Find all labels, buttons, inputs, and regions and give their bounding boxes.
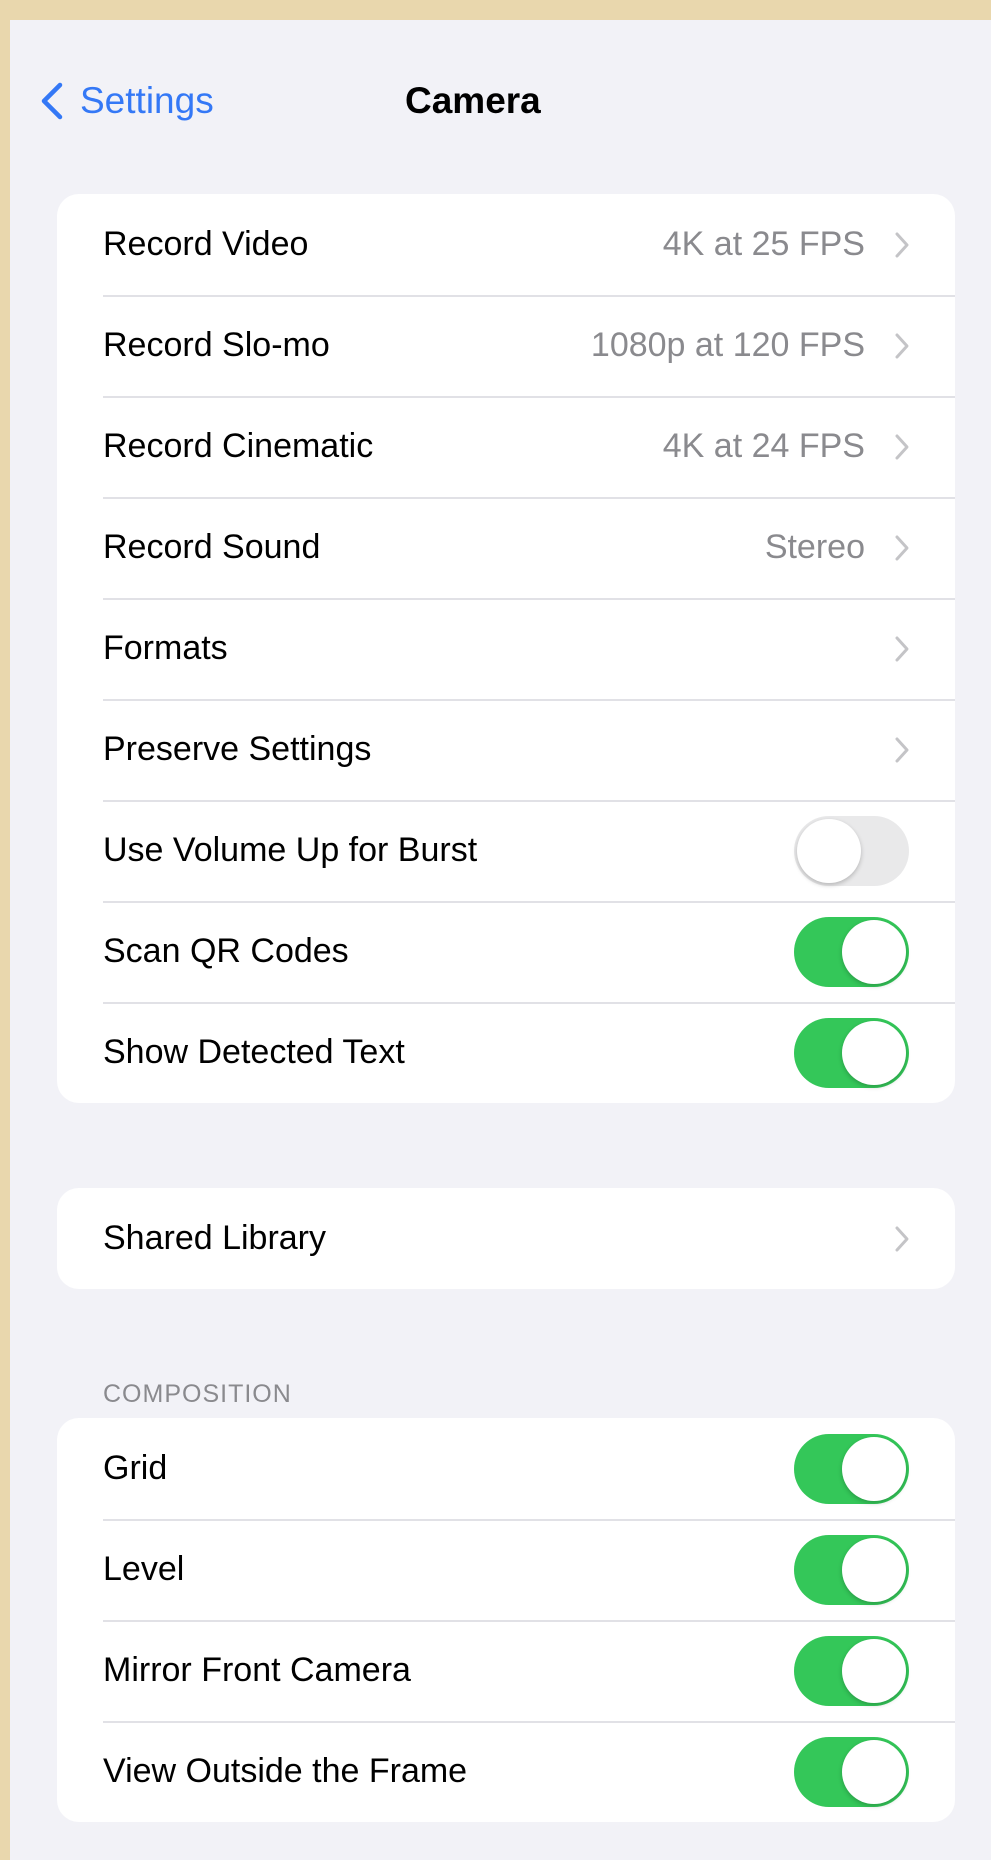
row-label: Record Slo-mo xyxy=(103,326,330,364)
row-label: Record Cinematic xyxy=(103,427,374,465)
row-grid: Grid xyxy=(57,1418,955,1519)
chevron-right-icon xyxy=(895,434,909,459)
level-toggle[interactable] xyxy=(794,1534,909,1605)
row-value: 4K at 25 FPS xyxy=(662,225,865,263)
row-formats[interactable]: Formats xyxy=(57,598,955,699)
chevron-right-icon xyxy=(895,737,909,762)
volume-burst-toggle[interactable] xyxy=(794,815,909,886)
show-detected-text-toggle[interactable] xyxy=(794,1017,909,1088)
row-label: Scan QR Codes xyxy=(103,932,349,970)
toggle-knob xyxy=(842,1739,906,1804)
row-label: Show Detected Text xyxy=(103,1033,405,1071)
row-mirror-front-camera: Mirror Front Camera xyxy=(57,1620,955,1721)
row-value: 1080p at 120 FPS xyxy=(590,326,865,364)
toggle-knob xyxy=(842,1436,906,1501)
chevron-right-icon xyxy=(895,535,909,560)
row-label: Formats xyxy=(103,629,228,667)
row-label: Record Sound xyxy=(103,528,321,566)
section-header-composition: COMPOSITION xyxy=(103,1380,292,1408)
row-label: Shared Library xyxy=(103,1219,327,1257)
scan-qr-codes-toggle[interactable] xyxy=(794,916,909,987)
grid-toggle[interactable] xyxy=(794,1433,909,1504)
camera-options-group: Record Video 4K at 25 FPS Record Slo-mo … xyxy=(57,194,955,1103)
chevron-right-icon xyxy=(895,232,909,257)
row-label: Record Video xyxy=(103,225,309,263)
view-outside-frame-toggle[interactable] xyxy=(794,1736,909,1807)
chevron-left-icon xyxy=(41,82,63,120)
row-value: Stereo xyxy=(764,528,865,566)
row-record-sound[interactable]: Record Sound Stereo xyxy=(57,497,955,598)
toggle-knob xyxy=(797,818,861,883)
navigation-bar: Settings Camera xyxy=(10,20,991,180)
row-label: View Outside the Frame xyxy=(103,1752,468,1790)
row-use-volume-up-for-burst: Use Volume Up for Burst xyxy=(57,800,955,901)
toggle-knob xyxy=(842,1638,906,1703)
row-label: Preserve Settings xyxy=(103,730,372,768)
row-label: Use Volume Up for Burst xyxy=(103,831,478,869)
row-record-video[interactable]: Record Video 4K at 25 FPS xyxy=(57,194,955,295)
back-button[interactable]: Settings xyxy=(38,78,214,124)
row-record-slo-mo[interactable]: Record Slo-mo 1080p at 120 FPS xyxy=(57,295,955,396)
row-shared-library[interactable]: Shared Library xyxy=(57,1188,955,1289)
row-label: Mirror Front Camera xyxy=(103,1651,411,1689)
row-value: 4K at 24 FPS xyxy=(662,427,865,465)
toggle-knob xyxy=(842,919,906,984)
composition-group: Grid Level Mirror Front Camera View Outs… xyxy=(57,1418,955,1822)
row-scan-qr-codes: Scan QR Codes xyxy=(57,901,955,1002)
row-record-cinematic[interactable]: Record Cinematic 4K at 24 FPS xyxy=(57,396,955,497)
row-level: Level xyxy=(57,1519,955,1620)
toggle-knob xyxy=(842,1020,906,1085)
row-label: Level xyxy=(103,1550,185,1588)
toggle-knob xyxy=(842,1537,906,1602)
page-title: Camera xyxy=(405,80,541,121)
chevron-right-icon xyxy=(895,333,909,358)
mirror-front-camera-toggle[interactable] xyxy=(794,1635,909,1706)
back-button-label: Settings xyxy=(80,80,214,121)
chevron-right-icon xyxy=(895,636,909,661)
chevron-right-icon xyxy=(895,1226,909,1251)
row-preserve-settings[interactable]: Preserve Settings xyxy=(57,699,955,800)
camera-settings-screen: Settings Camera Record Video 4K at 25 FP… xyxy=(10,20,991,1860)
shared-library-group: Shared Library xyxy=(57,1188,955,1289)
row-view-outside-the-frame: View Outside the Frame xyxy=(57,1721,955,1822)
row-label: Grid xyxy=(103,1449,168,1487)
row-show-detected-text: Show Detected Text xyxy=(57,1002,955,1103)
